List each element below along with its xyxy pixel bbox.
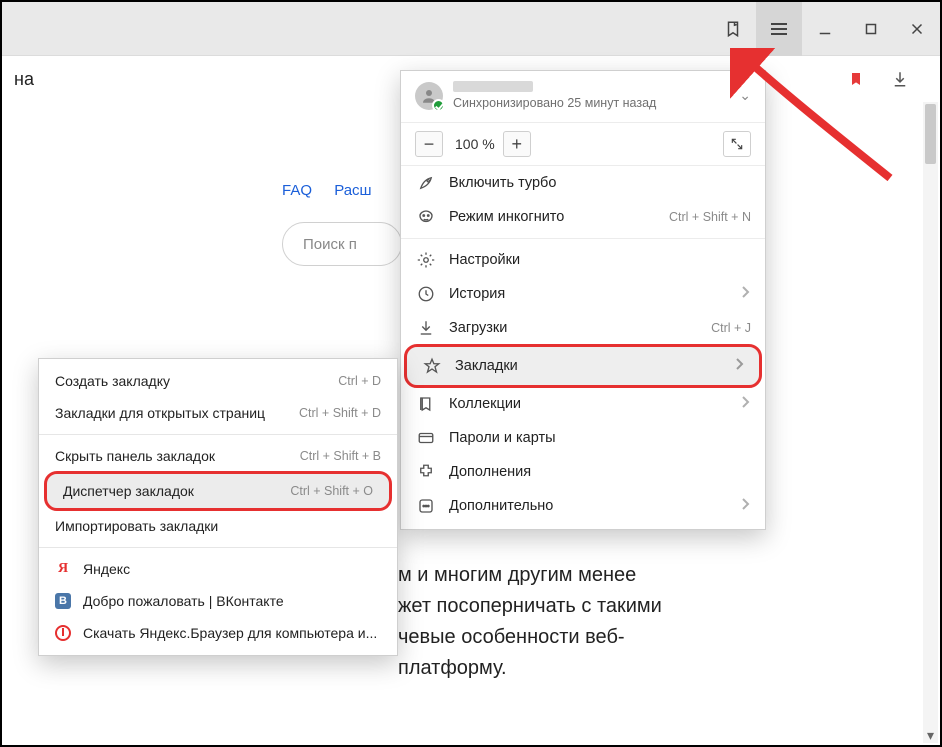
- incognito-icon: [415, 208, 437, 226]
- sync-status-text: Синхронизировано 25 минут назад: [453, 96, 739, 110]
- bookmark-entry-vk[interactable]: B Добро пожаловать | ВКонтакте: [39, 585, 397, 617]
- nav-link-ext[interactable]: Расш: [334, 182, 371, 199]
- gear-icon: [415, 251, 437, 269]
- page-title-fragment: на: [14, 69, 34, 90]
- downloads-icon[interactable]: [878, 70, 922, 88]
- card-icon: [415, 429, 437, 447]
- menu-item-more[interactable]: Дополнительно: [401, 489, 765, 523]
- chevron-right-icon: [741, 498, 751, 514]
- submenu-item-import-bookmarks[interactable]: Импортировать закладки: [39, 510, 397, 542]
- menu-item-settings[interactable]: Настройки: [401, 243, 765, 277]
- more-icon: [415, 497, 437, 515]
- bookmark-entry-yabrowser[interactable]: Скачать Яндекс.Браузер для компьютера и.…: [39, 617, 397, 649]
- page-nav-links: FAQ Расш: [282, 182, 390, 199]
- window-close-button[interactable]: [894, 2, 940, 56]
- sync-ok-badge: [432, 99, 445, 112]
- puzzle-icon: [415, 463, 437, 481]
- menu-item-downloads[interactable]: Загрузки Ctrl + J: [401, 311, 765, 345]
- submenu-item-bookmark-open-tabs[interactable]: Закладки для открытых страниц Ctrl + Shi…: [39, 397, 397, 429]
- menu-item-history[interactable]: История: [401, 277, 765, 311]
- window-titlebar: [2, 2, 940, 56]
- chevron-right-icon: [741, 396, 751, 412]
- yabrowser-favicon: [55, 625, 71, 641]
- yandex-favicon: Я: [55, 561, 71, 577]
- zoom-out-button[interactable]: −: [415, 131, 443, 157]
- window-maximize-button[interactable]: [848, 2, 894, 56]
- hamburger-menu-button[interactable]: [756, 2, 802, 56]
- sync-account-row[interactable]: Синхронизировано 25 минут назад ⌄: [401, 71, 765, 123]
- menu-item-turbo[interactable]: Включить турбо: [401, 166, 765, 200]
- menu-item-bookmarks[interactable]: Закладки: [407, 347, 759, 385]
- star-icon: [421, 357, 443, 375]
- chevron-right-icon: [741, 286, 751, 302]
- chevron-right-icon: [735, 358, 745, 374]
- scrollbar-thumb[interactable]: [925, 104, 936, 164]
- account-name-redacted: [453, 81, 533, 92]
- bookmark-outline-icon[interactable]: [710, 2, 756, 56]
- fullscreen-button[interactable]: [723, 131, 751, 157]
- menu-item-collections[interactable]: Коллекции: [401, 387, 765, 421]
- submenu-item-bookmark-manager[interactable]: Диспетчер закладок Ctrl + Shift + O: [47, 474, 389, 508]
- bookmark-filled-icon[interactable]: [834, 69, 878, 89]
- nav-link-faq[interactable]: FAQ: [282, 182, 312, 199]
- zoom-row: − 100 % +: [401, 123, 765, 166]
- window-minimize-button[interactable]: [802, 2, 848, 56]
- collections-icon: [415, 395, 437, 413]
- zoom-level: 100 %: [447, 136, 503, 152]
- main-menu-panel: Синхронизировано 25 минут назад ⌄ − 100 …: [400, 70, 766, 530]
- article-text-fragment: м и многим другим менее жет посоперничат…: [398, 560, 900, 684]
- search-placeholder: Поиск п: [303, 236, 357, 253]
- zoom-in-button[interactable]: +: [503, 131, 531, 157]
- bookmark-entry-yandex[interactable]: Я Яндекс: [39, 553, 397, 585]
- rocket-icon: [415, 174, 437, 192]
- menu-item-incognito[interactable]: Режим инкогнито Ctrl + Shift + N: [401, 200, 765, 234]
- submenu-item-create-bookmark[interactable]: Создать закладку Ctrl + D: [39, 365, 397, 397]
- chevron-down-icon: ⌄: [739, 87, 751, 104]
- download-icon: [415, 319, 437, 337]
- bookmarks-submenu: Создать закладку Ctrl + D Закладки для о…: [38, 358, 398, 656]
- history-icon: [415, 285, 437, 303]
- menu-item-passwords[interactable]: Пароли и карты: [401, 421, 765, 455]
- menu-item-addons[interactable]: Дополнения: [401, 455, 765, 489]
- vk-favicon: B: [55, 593, 71, 609]
- vertical-scrollbar[interactable]: ▴ ▾: [923, 102, 938, 743]
- search-input-fragment[interactable]: Поиск п: [282, 222, 402, 266]
- submenu-item-hide-bar[interactable]: Скрыть панель закладок Ctrl + Shift + B: [39, 440, 397, 472]
